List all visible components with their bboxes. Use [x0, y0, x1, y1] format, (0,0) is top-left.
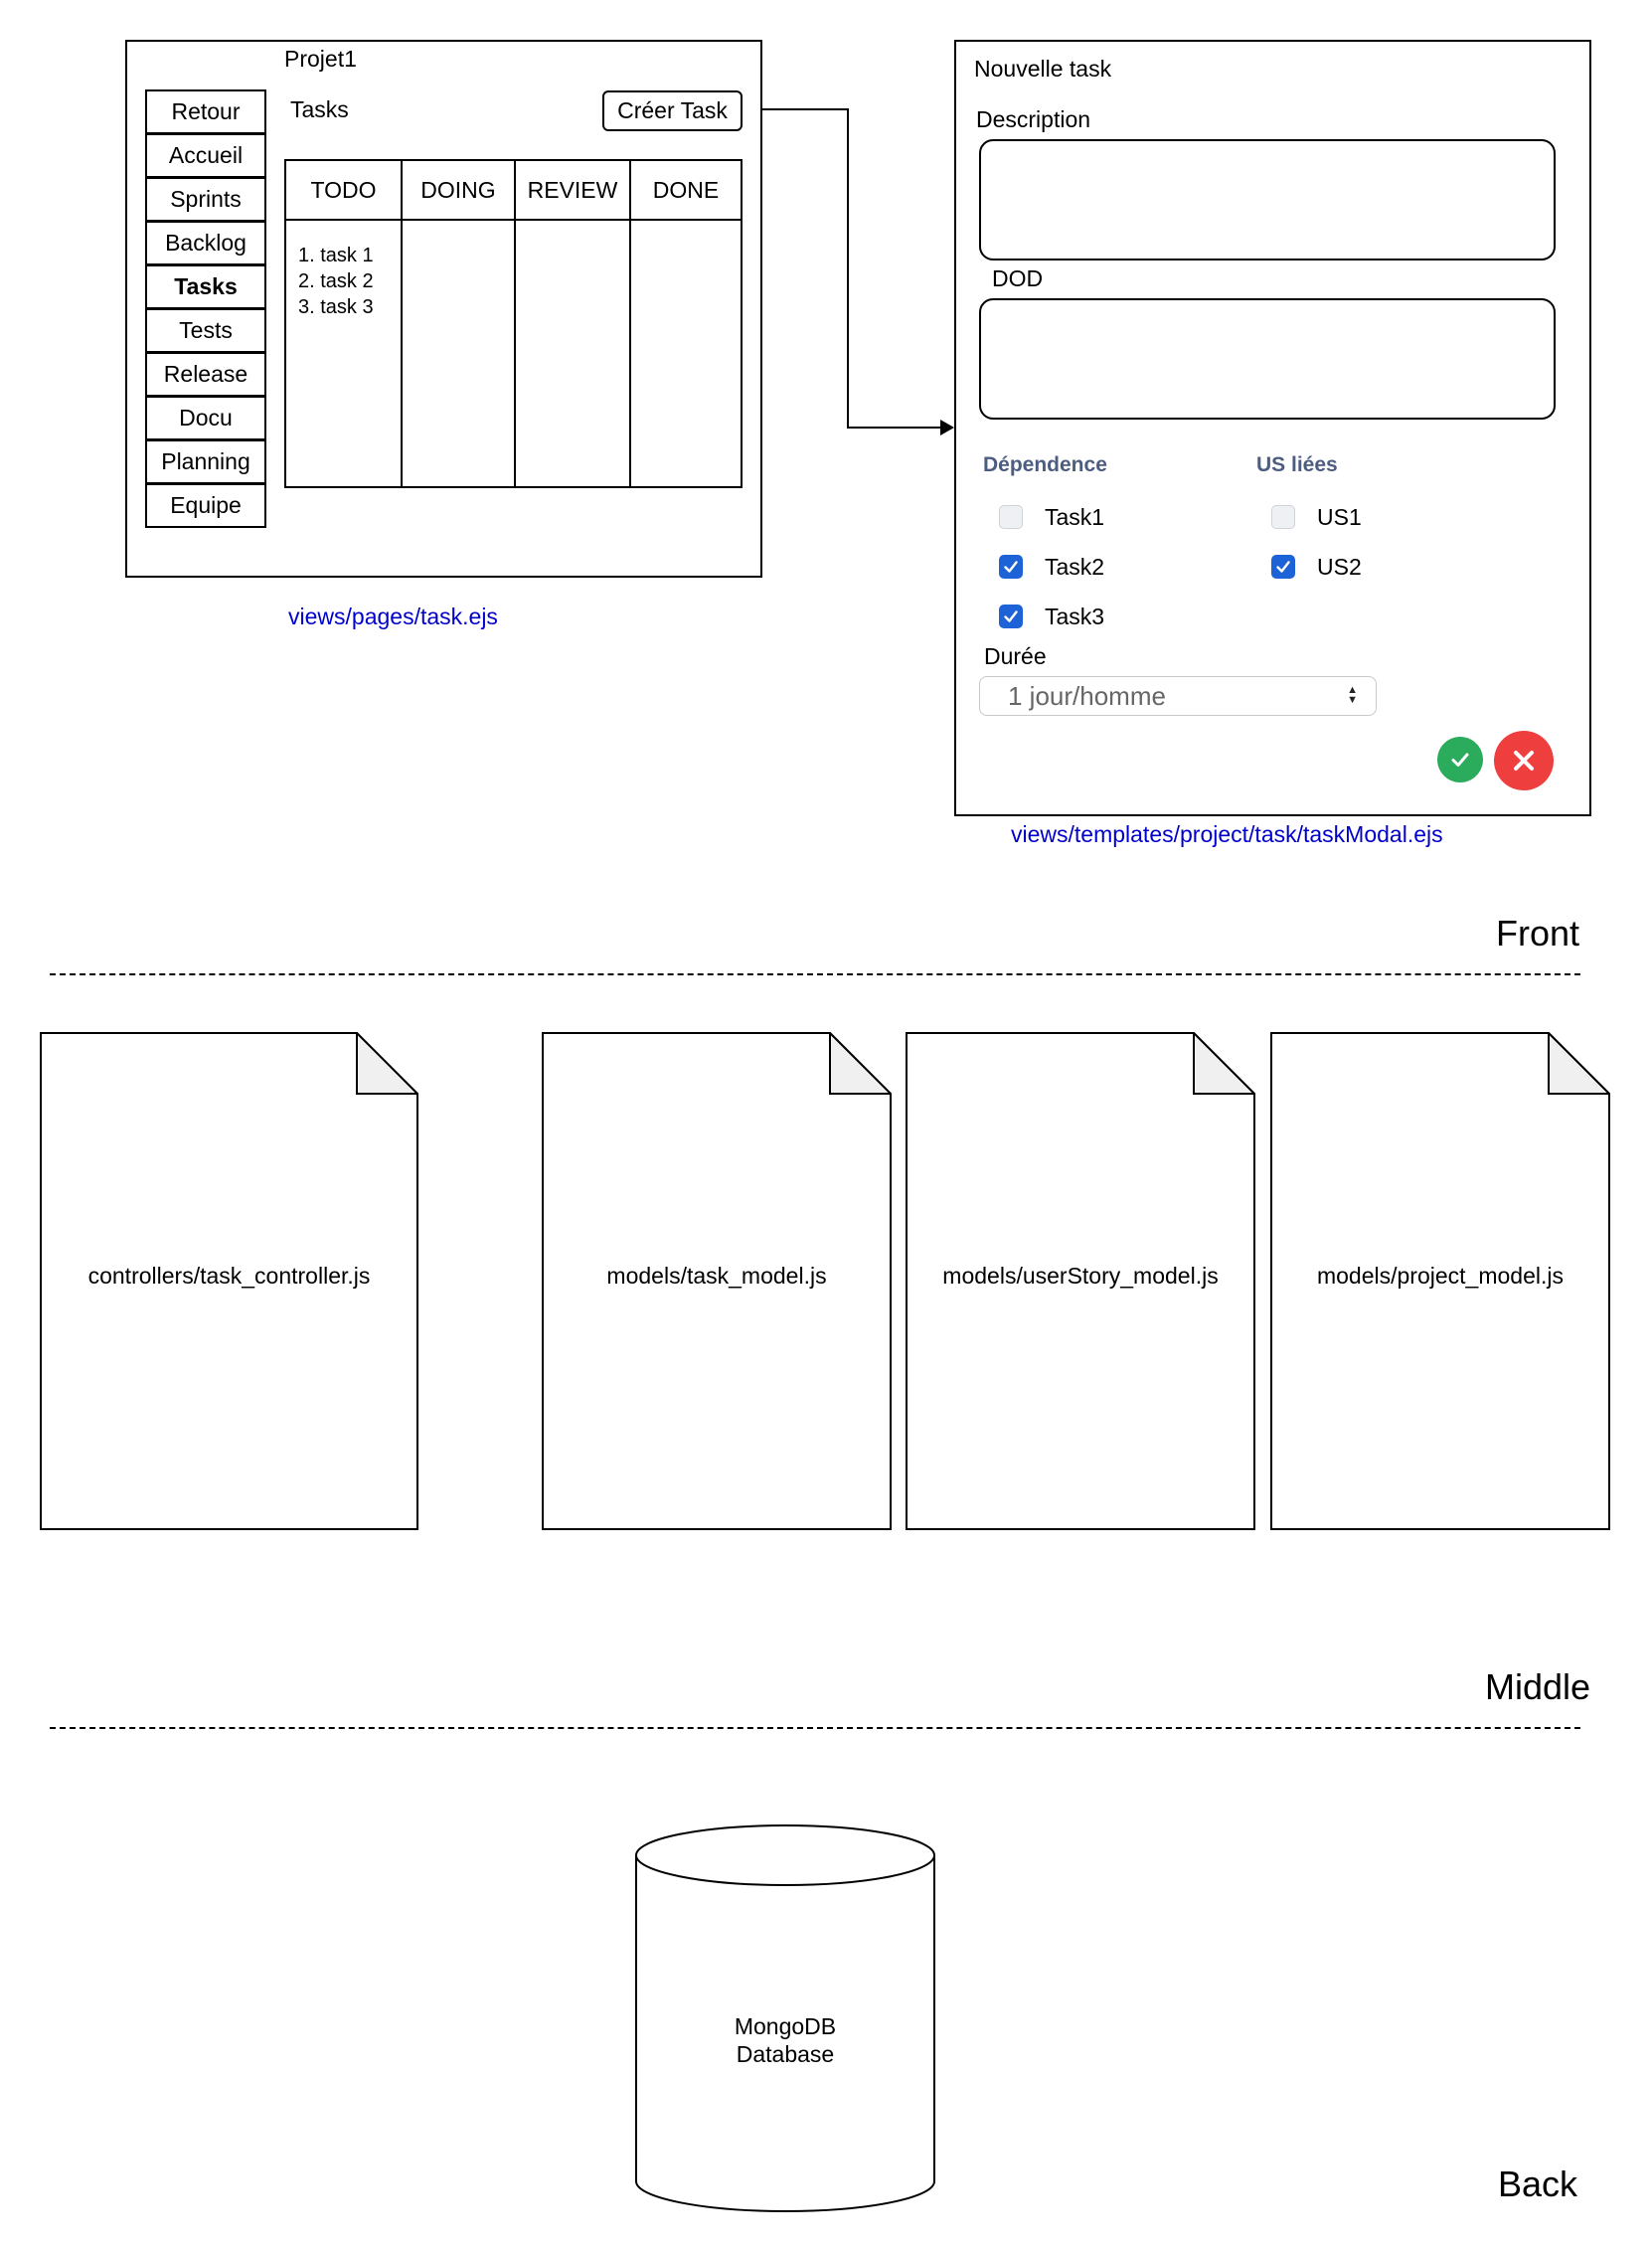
confirm-button[interactable] — [1437, 737, 1483, 782]
checkbox-checked[interactable] — [1271, 555, 1295, 579]
database-label-line2: Database — [736, 2041, 835, 2067]
user-story-label: US2 — [1317, 553, 1362, 580]
modal-title: Nouvelle task — [974, 56, 1112, 82]
column-header-review: REVIEW — [516, 161, 629, 221]
dependency-task2[interactable]: Task2 — [999, 553, 1104, 581]
checkbox-unchecked[interactable] — [999, 505, 1023, 529]
list-item[interactable]: 2. task 2 — [298, 268, 401, 294]
kanban-column-doing: DOING — [401, 161, 514, 486]
column-header-doing: DOING — [403, 161, 514, 221]
checkbox-checked[interactable] — [999, 605, 1023, 628]
dependency-task3[interactable]: Task3 — [999, 603, 1104, 630]
kanban-column-todo: TODO 1. task 1 2. task 2 3. task 3 — [286, 161, 401, 486]
dependency-task1[interactable]: Task1 — [999, 503, 1104, 531]
project-title: Projet1 — [284, 46, 357, 72]
column-header-done: DONE — [631, 161, 741, 221]
duration-value: 1 jour/homme — [1008, 680, 1166, 711]
nav-item-accueil[interactable]: Accueil — [145, 133, 266, 178]
nav-item-release[interactable]: Release — [145, 352, 266, 397]
dependency-label: Task3 — [1045, 603, 1105, 629]
list-item[interactable]: 1. task 1 — [298, 243, 401, 268]
file-name: models/task_model.js — [606, 1263, 827, 1289]
nav-item-tasks[interactable]: Tasks — [145, 264, 266, 309]
nav-item-tests[interactable]: Tests — [145, 308, 266, 353]
todo-list: 1. task 1 2. task 2 3. task 3 — [286, 221, 401, 320]
nav-item-retour[interactable]: Retour — [145, 89, 266, 134]
checkbox-checked[interactable] — [999, 555, 1023, 579]
nav-item-sprints[interactable]: Sprints — [145, 177, 266, 222]
layer-label-front: Front — [1496, 913, 1580, 953]
nav-item-docu[interactable]: Docu — [145, 396, 266, 440]
checkmark-icon — [1004, 610, 1018, 622]
nav-item-backlog[interactable]: Backlog — [145, 221, 266, 265]
checkbox-unchecked[interactable] — [1271, 505, 1295, 529]
column-header-todo: TODO — [286, 161, 401, 221]
checkmark-icon — [1276, 561, 1290, 573]
file-name: models/userStory_model.js — [942, 1263, 1219, 1289]
check-icon — [1451, 753, 1469, 767]
file-name: models/project_model.js — [1316, 1263, 1564, 1289]
file-task-controller: controllers/task_controller.js — [40, 1032, 418, 1530]
database-label-line1: MongoDB — [734, 2013, 837, 2039]
us-heading: US liées — [1256, 453, 1338, 476]
duration-label: Durée — [984, 643, 1047, 669]
list-item[interactable]: 3. task 3 — [298, 294, 401, 320]
file-userstory-model: models/userStory_model.js — [906, 1032, 1255, 1530]
layer-label-back: Back — [1498, 2164, 1578, 2204]
database-label: MongoDB Database — [636, 2012, 934, 2068]
section-title: Tasks — [290, 96, 349, 122]
nav-item-planning[interactable]: Planning — [145, 439, 266, 484]
checkmark-icon — [1004, 561, 1018, 573]
file-name: controllers/task_controller.js — [87, 1263, 371, 1289]
user-story-label: US1 — [1317, 503, 1362, 530]
dependency-label: Task1 — [1045, 503, 1105, 530]
task-page-file-link[interactable]: views/pages/task.ejs — [288, 604, 498, 630]
task-modal-file-link[interactable]: views/templates/project/task/taskModal.e… — [1011, 821, 1443, 848]
file-project-model: models/project_model.js — [1270, 1032, 1610, 1530]
user-story-us2[interactable]: US2 — [1271, 553, 1362, 581]
dod-label: DOD — [992, 265, 1044, 291]
user-story-us1[interactable]: US1 — [1271, 503, 1362, 531]
middle-separator — [50, 1727, 1580, 1729]
dependence-heading: Dépendence — [983, 453, 1107, 476]
layer-label-middle: Middle — [1485, 1666, 1591, 1707]
file-task-model: models/task_model.js — [542, 1032, 892, 1530]
description-textarea[interactable] — [979, 139, 1556, 260]
front-separator — [50, 973, 1580, 975]
dependency-label: Task2 — [1045, 553, 1105, 580]
updown-chevron-icon: ▲ ▼ — [1347, 684, 1358, 706]
description-label: Description — [976, 106, 1091, 132]
duration-select[interactable]: 1 jour/homme ▲ ▼ — [979, 676, 1377, 716]
create-task-button[interactable]: Créer Task — [602, 90, 743, 131]
close-icon — [1514, 751, 1534, 771]
kanban-column-review: REVIEW — [514, 161, 629, 486]
kanban-column-done: DONE — [629, 161, 741, 486]
cancel-button[interactable] — [1494, 731, 1554, 790]
dod-textarea[interactable] — [979, 298, 1556, 420]
nav-item-equipe[interactable]: Equipe — [145, 483, 266, 528]
kanban-board: TODO 1. task 1 2. task 2 3. task 3 DOING… — [284, 159, 743, 488]
